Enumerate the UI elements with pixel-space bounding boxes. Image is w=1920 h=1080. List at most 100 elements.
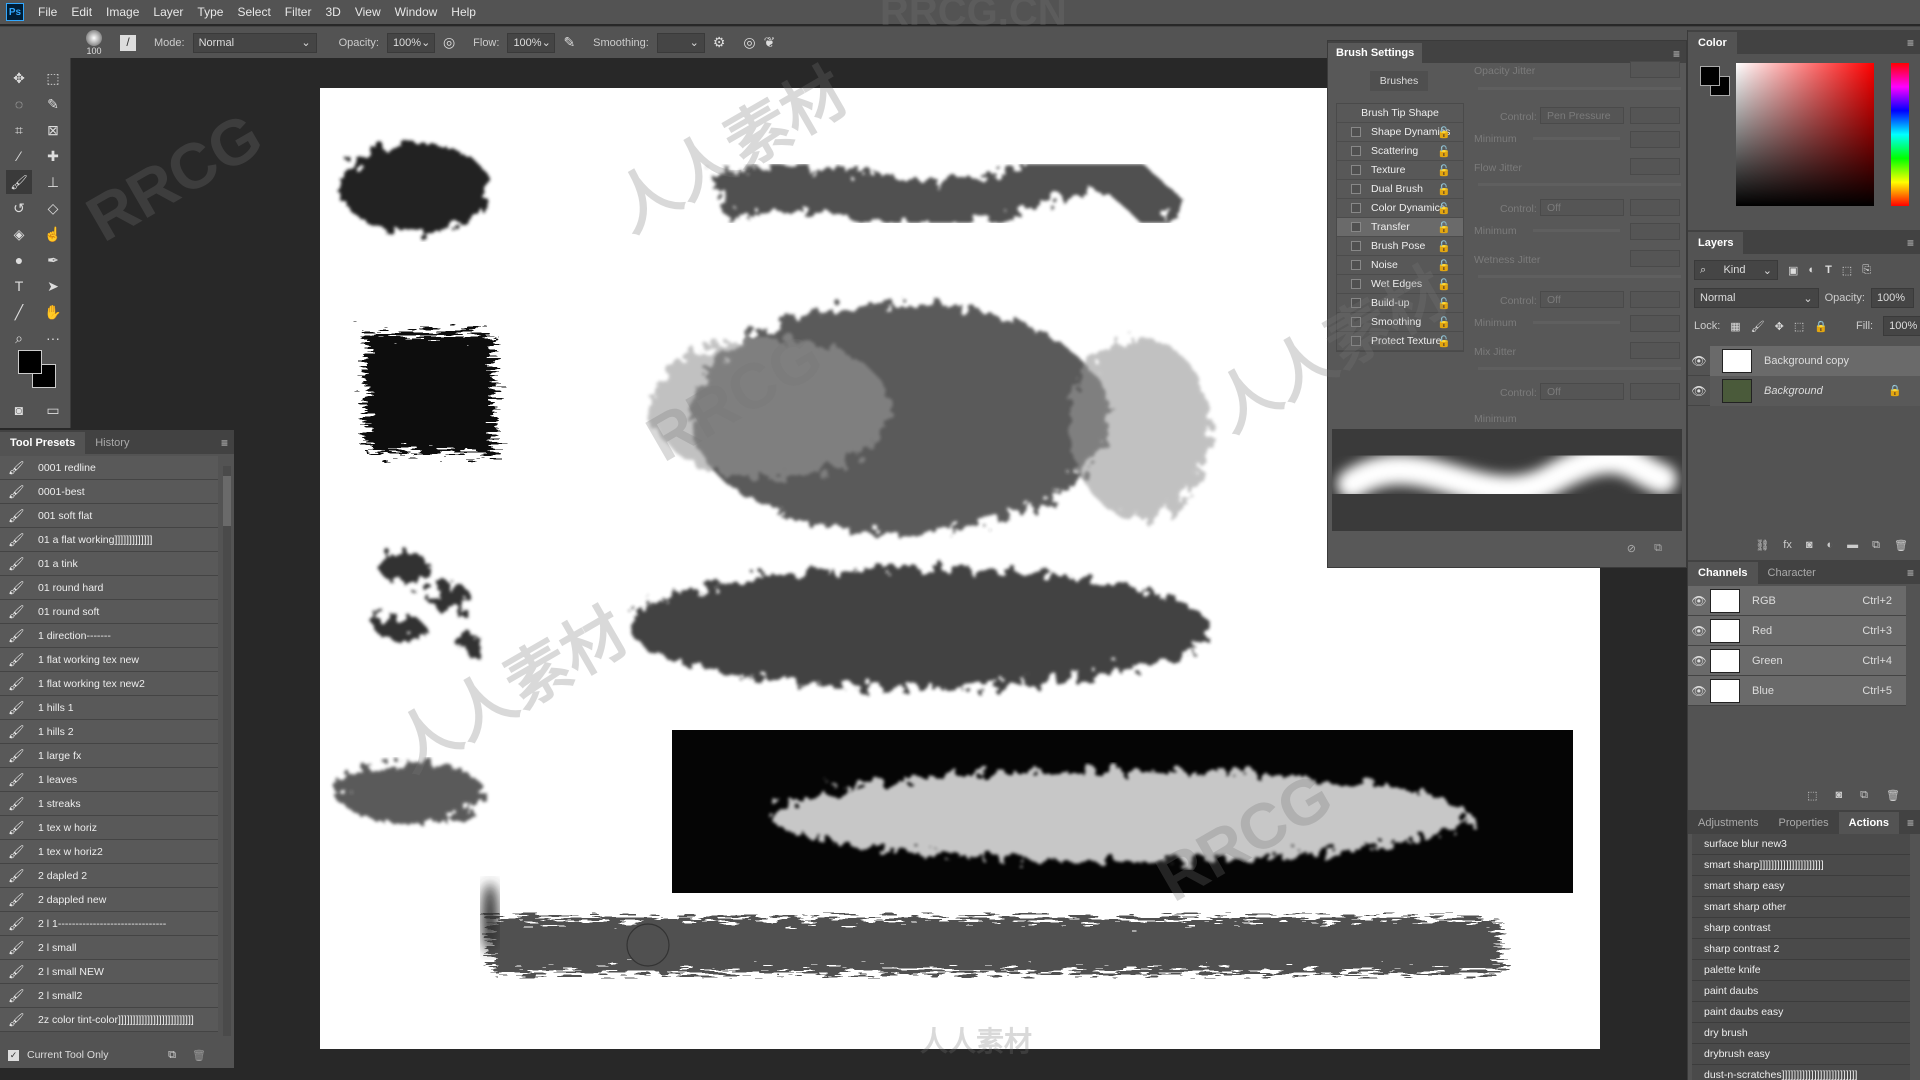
tool-preset-item[interactable]: 🖌 2 l small — [0, 936, 218, 960]
opacity-jitter-input[interactable] — [1630, 61, 1680, 78]
tab-tool-presets[interactable]: Tool Presets — [0, 432, 86, 454]
layer-row[interactable]: 👁 Background 🔒 — [1688, 375, 1920, 406]
menu-view[interactable]: View — [355, 5, 381, 19]
tab-adjustments[interactable]: Adjustments — [1688, 812, 1769, 834]
pen-tool-icon[interactable]: ✒ — [40, 248, 66, 272]
trash-icon[interactable]: 🗑 — [192, 1049, 206, 1062]
lasso-tool-icon[interactable]: ◌ — [6, 92, 32, 116]
brush-setting-item[interactable]: Brush Pose 🔓 — [1337, 237, 1463, 256]
mask-icon[interactable]: ◙ — [1806, 539, 1813, 552]
lock-artboard-icon[interactable]: ⬚ — [1794, 320, 1804, 333]
healing-tool-icon[interactable]: ✚ — [40, 144, 66, 168]
minimum-input[interactable] — [1630, 223, 1680, 240]
channel-row[interactable]: 👁 Blue Ctrl+5 — [1688, 676, 1906, 706]
save-selection-icon[interactable]: ◙ — [1836, 789, 1843, 802]
tab-actions[interactable]: Actions — [1838, 812, 1900, 834]
create-new-brush-icon[interactable]: ⧉ — [1654, 542, 1662, 555]
minimum-slider[interactable] — [1533, 321, 1620, 324]
action-item[interactable]: paint daubs — [1692, 981, 1910, 1002]
brush-setting-item[interactable]: Texture 🔓 — [1337, 161, 1463, 180]
new-channel-icon[interactable]: ⧉ — [1860, 789, 1868, 802]
tab-history[interactable]: History — [85, 432, 139, 454]
menu-image[interactable]: Image — [106, 5, 139, 19]
minimum-slider[interactable] — [1533, 137, 1620, 140]
action-item[interactable]: sharp contrast 2 — [1692, 939, 1910, 960]
tool-preset-item[interactable]: 🖌 2 l small NEW — [0, 960, 218, 984]
tool-preset-item[interactable]: 🖌 2 l 1------------------------------- — [0, 912, 218, 936]
pressure-size-icon[interactable]: ◎ — [743, 34, 755, 51]
action-item[interactable]: smart sharp other — [1692, 897, 1910, 918]
path-select-tool-icon[interactable]: ➤ — [40, 274, 66, 298]
filter-adjustment-icon[interactable]: ◐ — [1808, 264, 1815, 276]
tool-preset-item[interactable]: 🖌 2 dapled 2 — [0, 864, 218, 888]
lock-icon[interactable]: 🔓 — [1437, 221, 1451, 234]
brush-setting-item[interactable]: Smoothing 🔓 — [1337, 313, 1463, 332]
tool-preset-item[interactable]: 🖌 1 streaks — [0, 792, 218, 816]
lock-icon[interactable]: 🔓 — [1437, 145, 1451, 158]
trash-icon[interactable]: 🗑 — [1894, 539, 1908, 552]
lock-pixels-icon[interactable]: 🖌 — [1751, 320, 1765, 333]
new-layer-icon[interactable]: ⧉ — [1872, 539, 1880, 552]
filter-shape-icon[interactable]: ⬚ — [1842, 264, 1852, 277]
flow-control-select[interactable]: Off — [1540, 199, 1624, 216]
brush-setting-item[interactable]: Transfer 🔓 — [1337, 218, 1463, 237]
channel-row[interactable]: 👁 Green Ctrl+4 — [1688, 646, 1906, 676]
mix-jitter-slider[interactable] — [1478, 367, 1681, 370]
lock-icon[interactable]: 🔓 — [1437, 316, 1451, 329]
color-field[interactable] — [1736, 63, 1874, 206]
lock-position-icon[interactable]: ✥ — [1775, 320, 1784, 333]
lock-icon[interactable]: 🔓 — [1437, 202, 1451, 215]
tool-preset-item[interactable]: 🖌 2z color tint-color]]]]]]]]]]]]]]]]]]]]… — [0, 1008, 218, 1032]
checkbox[interactable] — [1351, 317, 1361, 327]
tool-preset-item[interactable]: 🖌 0001 redline — [0, 456, 218, 480]
menu-help[interactable]: Help — [451, 5, 476, 19]
checkbox[interactable] — [1351, 127, 1361, 137]
tool-preset-item[interactable]: 🖌 1 hills 2 — [0, 720, 218, 744]
action-item[interactable]: dry brush — [1692, 1023, 1910, 1044]
tool-preset-item[interactable]: 🖌 1 tex w horiz — [0, 816, 218, 840]
minimum-input[interactable] — [1630, 315, 1680, 332]
opacity-jitter-slider[interactable] — [1478, 87, 1681, 90]
checkbox[interactable] — [1351, 203, 1361, 213]
filter-smart-object-icon[interactable]: ⎘ — [1862, 264, 1871, 277]
tool-preset-item[interactable]: 🖌 2 l small2 — [0, 984, 218, 1008]
brush-setting-item[interactable]: Wet Edges 🔓 — [1337, 275, 1463, 294]
checkbox[interactable] — [1351, 222, 1361, 232]
link-icon[interactable]: ⛓ — [1755, 539, 1769, 552]
trash-icon[interactable]: 🗑 — [1886, 789, 1900, 802]
brush-tip-shape[interactable]: Brush Tip Shape — [1337, 104, 1463, 123]
eye-icon[interactable]: 👁 — [1688, 624, 1710, 638]
tool-preset-item[interactable]: 🖌 01 a flat working]]]]]]]]]]]]] — [0, 528, 218, 552]
panel-menu-icon[interactable]: ≡ — [1907, 816, 1914, 830]
layer-filter-select[interactable]: ⌕ Kind ⌄ — [1694, 260, 1778, 280]
zoom-tool-icon[interactable]: ⌕ — [6, 326, 32, 350]
eye-icon[interactable]: 👁 — [1688, 354, 1710, 368]
menu-3d[interactable]: 3D — [325, 5, 340, 19]
paint-bucket-tool-icon[interactable]: ◈ — [6, 222, 32, 246]
brush-setting-item[interactable]: Shape Dynamics 🔓 — [1337, 123, 1463, 142]
lock-icon[interactable]: 🔓 — [1437, 126, 1451, 139]
eye-icon[interactable]: 👁 — [1688, 594, 1710, 608]
brush-preset-picker[interactable]: 100 — [76, 29, 112, 56]
layer-row[interactable]: 👁 Background copy — [1688, 345, 1920, 376]
brush-setting-item[interactable]: Dual Brush 🔓 — [1337, 180, 1463, 199]
flow-jitter-slider[interactable] — [1478, 183, 1681, 186]
more-tools-icon[interactable]: ··· — [40, 326, 66, 350]
scrollbar[interactable] — [223, 466, 231, 1036]
brushes-button[interactable]: Brushes — [1370, 71, 1428, 91]
quick-select-tool-icon[interactable]: ✎ — [40, 92, 66, 116]
wetness-jitter-slider[interactable] — [1478, 275, 1681, 278]
foreground-swatch[interactable] — [1700, 66, 1720, 86]
line-tool-icon[interactable]: ╱ — [6, 300, 32, 324]
current-tool-only-checkbox[interactable]: ✓ — [8, 1049, 19, 1061]
checkbox[interactable] — [1351, 241, 1361, 251]
wetness-control-select[interactable]: Off — [1540, 291, 1624, 308]
menu-layer[interactable]: Layer — [153, 5, 183, 19]
brush-tool-icon[interactable]: 🖌 — [6, 170, 32, 194]
flow-input[interactable]: 100% ⌄ — [507, 32, 556, 53]
minimum-slider[interactable] — [1533, 229, 1620, 232]
foreground-color-swatch[interactable] — [18, 350, 42, 374]
eraser-tool-icon[interactable]: ◇ — [40, 196, 66, 220]
blend-mode-select[interactable]: Normal ⌄ — [1694, 288, 1819, 308]
quick-mask-icon[interactable]: ◙ — [6, 398, 32, 422]
